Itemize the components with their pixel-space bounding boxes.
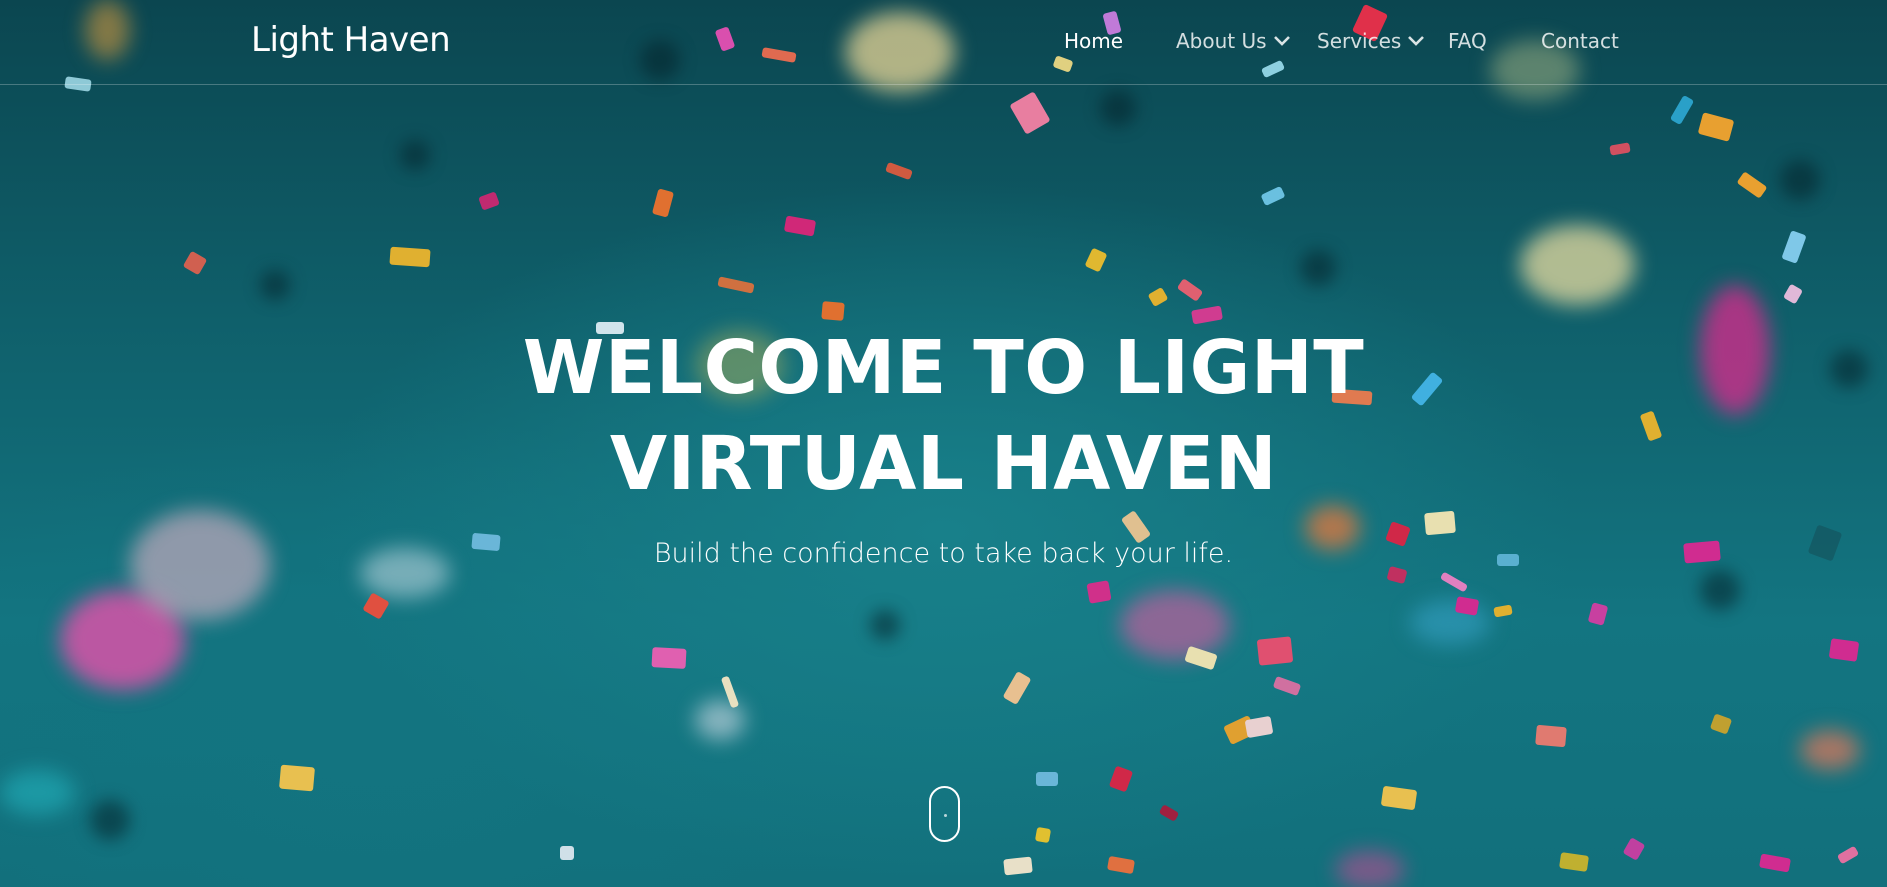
hero-title: WELCOME TO LIGHT VIRTUAL HAVEN <box>0 320 1887 512</box>
nav-services-label: Services <box>1317 29 1402 53</box>
nav-about-us-label: About Us <box>1176 29 1267 53</box>
hero-title-line-2: VIRTUAL HAVEN <box>609 421 1278 507</box>
nav-about-us[interactable]: About Us <box>1176 29 1291 53</box>
nav-services[interactable]: Services <box>1317 29 1425 53</box>
mouse-scroll-icon[interactable] <box>929 786 960 842</box>
hero-title-line-1: WELCOME TO LIGHT <box>522 325 1365 411</box>
hero-subtitle: Build the confidence to take back your l… <box>653 538 1234 569</box>
nav-faq[interactable]: FAQ <box>1448 29 1487 53</box>
nav-contact-label: Contact <box>1541 29 1619 53</box>
nav-faq-label: FAQ <box>1448 29 1487 53</box>
navbar: Light Haven Home About Us Services FAQ C… <box>0 0 1887 85</box>
nav-home-label: Home <box>1064 29 1124 53</box>
nav-home[interactable]: Home <box>1064 29 1123 53</box>
nav-contact[interactable]: Contact <box>1541 29 1619 53</box>
chevron-down-icon <box>1407 35 1425 47</box>
chevron-down-icon <box>1273 35 1291 47</box>
main-nav: Home About Us Services FAQ Contact <box>0 29 1887 55</box>
scroll-dot <box>944 814 947 817</box>
